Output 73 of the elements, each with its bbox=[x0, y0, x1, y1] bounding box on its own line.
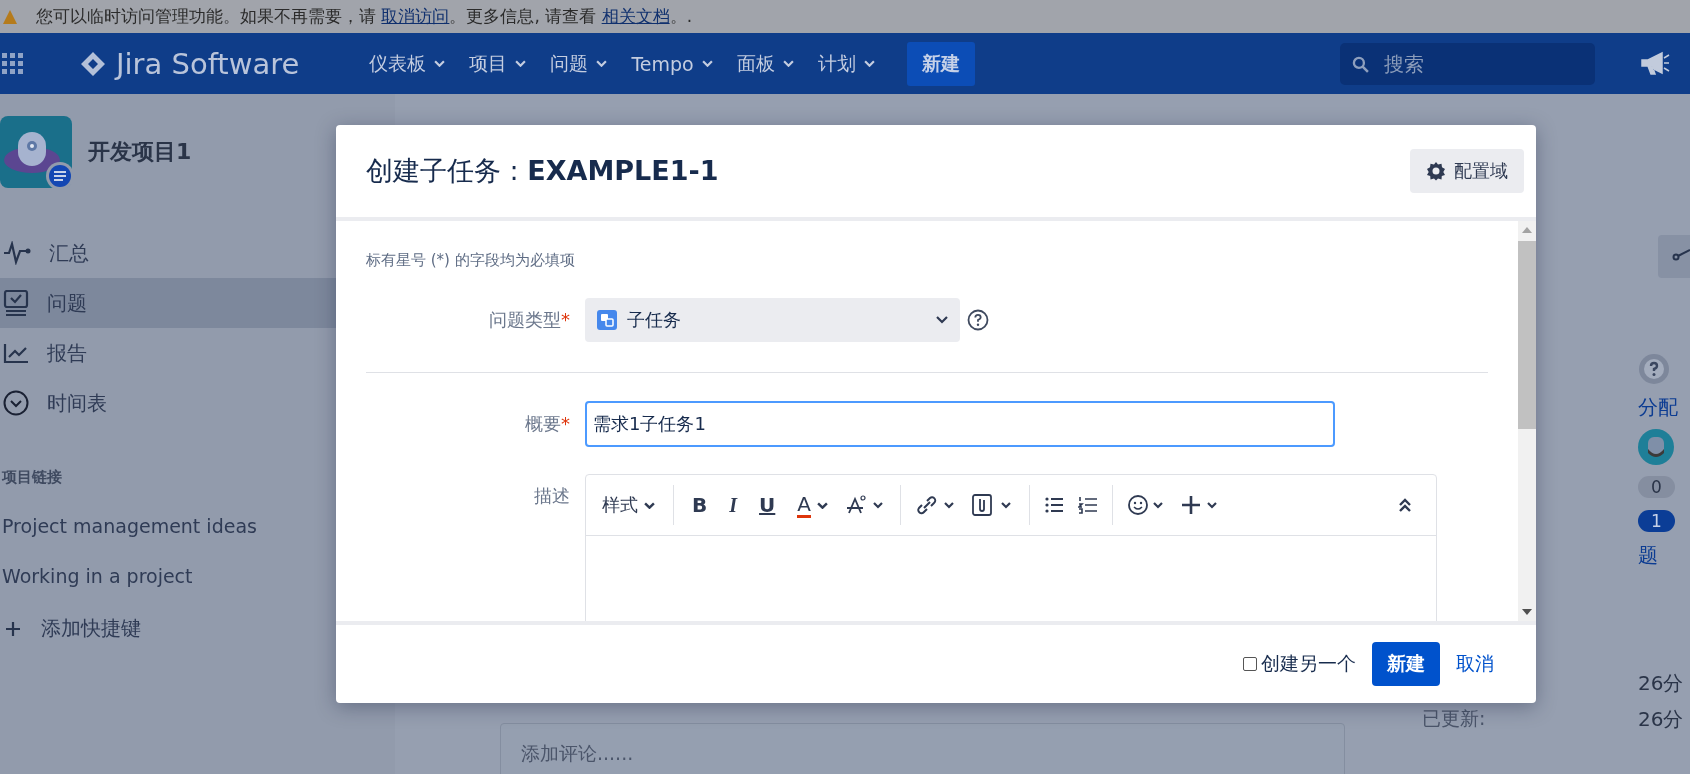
text-effects-icon[interactable] bbox=[846, 494, 886, 516]
watcher-count: 1 bbox=[1638, 510, 1675, 532]
nav-menu[interactable]: 问题 bbox=[540, 44, 618, 83]
updated-label: 已更新: bbox=[1421, 706, 1487, 731]
scroll-down-arrow-icon[interactable] bbox=[1522, 609, 1532, 615]
nav-menu[interactable]: Tempo bbox=[621, 46, 723, 81]
bold-button[interactable]: B bbox=[688, 491, 712, 519]
caret-icon bbox=[434, 60, 446, 67]
product-name[interactable]: Jira Software bbox=[116, 46, 300, 81]
user-avatar-icon bbox=[1638, 429, 1674, 465]
plus-icon bbox=[5, 620, 21, 637]
caret-icon bbox=[596, 60, 608, 67]
chevron-down-icon bbox=[936, 316, 948, 324]
project-name: 开发项目1 bbox=[88, 138, 192, 166]
monitor-icon bbox=[3, 290, 29, 316]
caret-icon bbox=[863, 60, 875, 67]
create-button[interactable]: 新建 bbox=[1372, 642, 1440, 686]
vote-count: 0 bbox=[1638, 476, 1675, 498]
warning-icon bbox=[2, 8, 18, 25]
sidebar-item[interactable]: 时间表 bbox=[0, 378, 395, 428]
issue-type-select[interactable]: 子任务 bbox=[585, 298, 960, 342]
link-icon[interactable] bbox=[915, 494, 957, 516]
share-button[interactable] bbox=[1658, 235, 1690, 278]
gear-icon bbox=[1426, 161, 1446, 181]
style-dropdown[interactable]: 样式 bbox=[598, 491, 659, 519]
caret-icon bbox=[644, 501, 655, 509]
numbered-list-icon[interactable] bbox=[1078, 496, 1098, 514]
help-icon[interactable] bbox=[967, 309, 989, 331]
pulse-icon bbox=[3, 241, 31, 265]
watchers-link[interactable]: 题 bbox=[1638, 541, 1658, 569]
cancel-link[interactable]: 取消 bbox=[1456, 651, 1494, 677]
comment-field[interactable]: 添加评论...... bbox=[500, 723, 1345, 774]
scrollbar[interactable] bbox=[1518, 221, 1536, 621]
diamond-logo-icon bbox=[80, 50, 106, 77]
configure-fields-button[interactable]: 配置域 bbox=[1410, 149, 1524, 193]
summary-input[interactable]: 需求1子任务1 bbox=[585, 401, 1335, 447]
caret-icon bbox=[817, 501, 828, 509]
dialog-title: 创建子任务 : EXAMPLE1-1 bbox=[366, 154, 719, 188]
cancel-access-link[interactable]: 取消访问 bbox=[381, 6, 450, 26]
field-label: 描述 bbox=[533, 484, 570, 508]
caret-icon bbox=[782, 60, 794, 67]
caret-icon bbox=[515, 60, 527, 67]
nav-menu[interactable]: 项目 bbox=[459, 44, 537, 83]
megaphone-icon[interactable] bbox=[1639, 50, 1670, 77]
add-shortcut-link[interactable]: 添加快捷键 bbox=[0, 615, 395, 642]
notice-text: 您可以临时访问管理功能。如果不再需要，请 取消访问。更多信息, 请查看 相关文档。. bbox=[36, 5, 693, 28]
bullet-list-icon[interactable] bbox=[1044, 496, 1064, 514]
collapse-icon[interactable] bbox=[1398, 497, 1412, 513]
updated-time: 26分 bbox=[1638, 705, 1684, 733]
nav-menu[interactable]: 计划 bbox=[807, 44, 885, 83]
search-field[interactable]: 搜索 bbox=[1339, 42, 1595, 85]
italic-button[interactable]: I bbox=[725, 491, 742, 519]
clock-icon bbox=[3, 390, 29, 416]
create-button[interactable]: 新建 bbox=[906, 41, 975, 86]
created-time: 26分 bbox=[1638, 669, 1684, 697]
docs-link[interactable]: 相关文档 bbox=[601, 6, 670, 26]
text-color-button[interactable]: A bbox=[793, 490, 832, 520]
app-grid-icon[interactable] bbox=[2, 52, 24, 75]
underline-button[interactable]: U bbox=[755, 491, 780, 519]
help-circle-icon bbox=[1638, 353, 1670, 385]
create-another-checkbox[interactable]: 创建另一个 bbox=[1243, 651, 1356, 677]
required-note: 标有星号 (*) 的字段均为必填项 bbox=[366, 251, 576, 270]
line-chart-icon bbox=[3, 342, 29, 364]
assign-link[interactable]: 分配 bbox=[1638, 393, 1678, 421]
sidebar-item[interactable]: 报告 bbox=[0, 328, 395, 378]
nav-menu[interactable]: 仪表板 bbox=[359, 44, 456, 83]
section-heading: 项目链接 bbox=[1, 468, 63, 487]
field-label: 问题类型* bbox=[488, 308, 570, 332]
subtask-icon bbox=[597, 310, 617, 330]
caret-icon bbox=[701, 60, 713, 67]
nav-menu[interactable]: 面板 bbox=[726, 44, 804, 83]
search-icon bbox=[1351, 55, 1369, 73]
field-label: 概要* bbox=[524, 412, 570, 436]
